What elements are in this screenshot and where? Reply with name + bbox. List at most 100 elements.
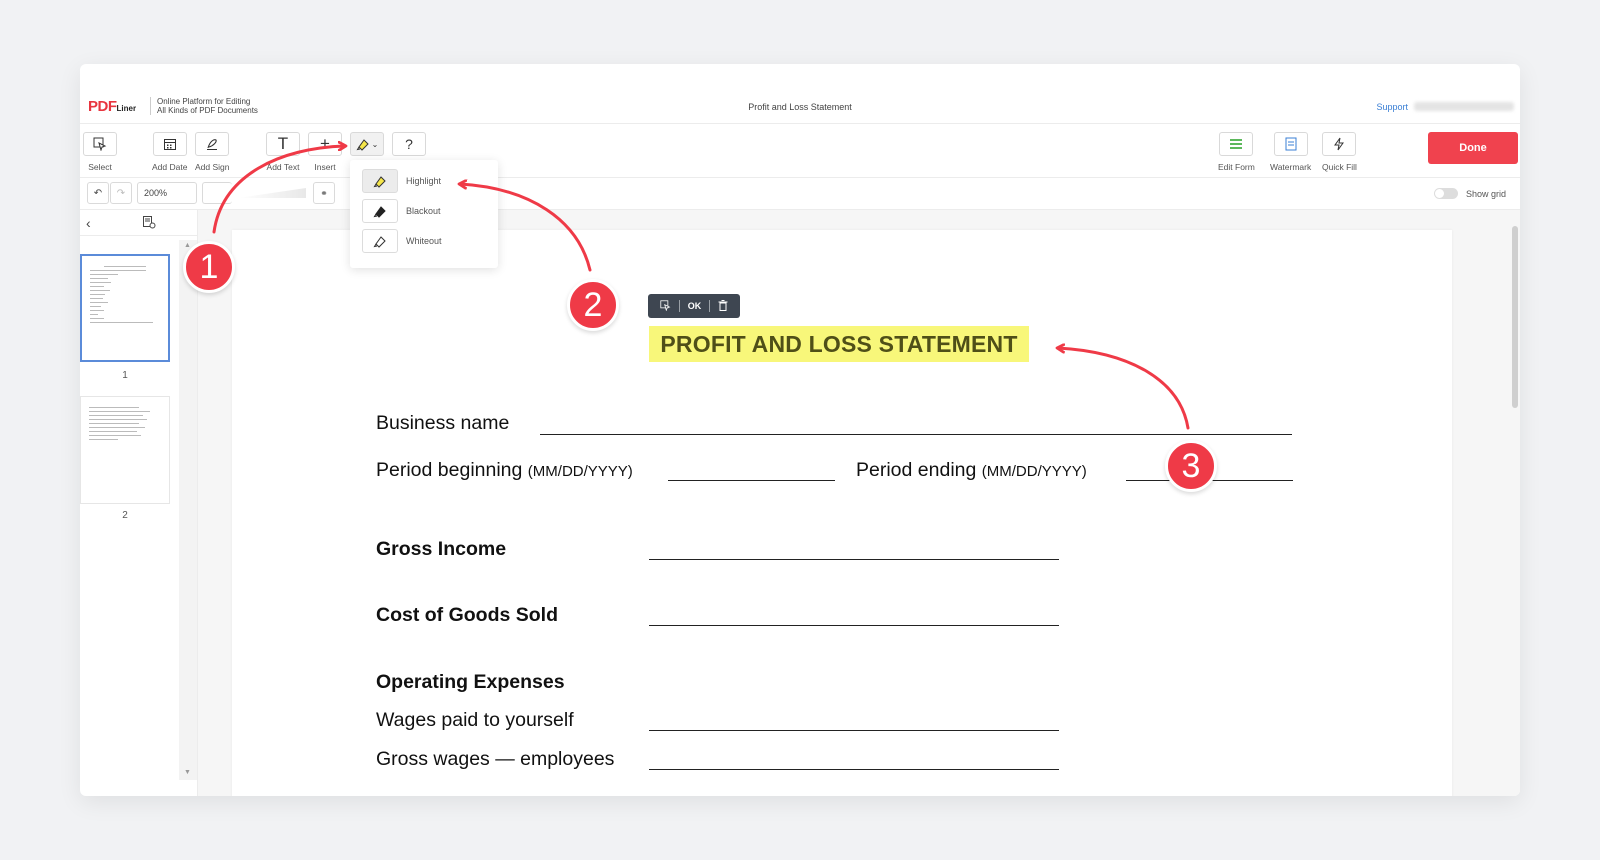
- period-beginning-line[interactable]: [668, 480, 835, 481]
- step-badge-1: 1: [183, 241, 235, 293]
- calendar-icon: [152, 132, 187, 156]
- wages-employees-line[interactable]: [649, 769, 1059, 770]
- plus-icon: +: [308, 132, 342, 156]
- add-text-tool[interactable]: T Add Text: [266, 132, 300, 172]
- add-date-label: Add Date: [152, 162, 188, 172]
- period-beginning-format: (MM/DD/YYYY): [527, 463, 633, 480]
- blackout-label: Blackout: [406, 206, 441, 216]
- page-number-1: 1: [122, 370, 128, 381]
- ok-button[interactable]: OK: [688, 301, 702, 311]
- step-badge-3: 3: [1165, 440, 1217, 492]
- link-icon: ⚭: [320, 187, 328, 198]
- redo-icon: ↷: [116, 187, 126, 199]
- quick-fill-label: Quick Fill: [1322, 162, 1357, 172]
- blackout-brush-icon: [362, 199, 398, 223]
- whiteout-brush-icon: [362, 229, 398, 253]
- watermark-icon: [1273, 132, 1308, 156]
- question-icon: ?: [392, 132, 426, 156]
- watermark-label: Watermark: [1270, 162, 1312, 172]
- highlighter-icon: ⌄: [350, 132, 384, 156]
- gross-income-line[interactable]: [649, 559, 1059, 560]
- highlight-dropdown-button[interactable]: ⌄: [350, 132, 384, 156]
- period-ending-format: (MM/DD/YYYY): [981, 463, 1087, 480]
- highlight-dropdown-menu: Highlight Blackout Whiteout: [350, 160, 498, 268]
- insert-label: Insert: [314, 162, 336, 172]
- wages-self-line[interactable]: [649, 730, 1059, 731]
- scroll-down-icon[interactable]: ▼: [184, 769, 191, 776]
- text-icon: T: [266, 132, 300, 156]
- document-title: Profit and Loss Statement: [748, 102, 852, 112]
- scrollbar-thumb[interactable]: [1512, 226, 1518, 408]
- menu-item-highlight[interactable]: Highlight: [362, 168, 492, 194]
- insert-tool[interactable]: + Insert: [308, 132, 342, 172]
- select-label: Select: [88, 162, 112, 172]
- move-icon[interactable]: [660, 299, 671, 313]
- main-toolbar: Select Add Date Add Sign T Add Text + In…: [80, 124, 1520, 178]
- cogs-label: Cost of Goods Sold: [376, 604, 558, 626]
- wages-self-label: Wages paid to yourself: [376, 709, 574, 731]
- watermark-tool[interactable]: Watermark: [1270, 132, 1311, 172]
- redo-button[interactable]: ↷: [110, 182, 132, 204]
- pdf-page: OK PROFIT AND LOSS STATEMENT Business na…: [232, 230, 1452, 796]
- add-text-label: Add Text: [266, 162, 300, 172]
- quick-fill-tool[interactable]: Quick Fill: [1322, 132, 1357, 172]
- user-email-blurred[interactable]: [1414, 102, 1514, 111]
- form-icon: [1219, 132, 1254, 156]
- undo-icon: ↶: [93, 187, 103, 199]
- highlighted-title[interactable]: PROFIT AND LOSS STATEMENT: [649, 326, 1029, 362]
- trash-icon[interactable]: [718, 299, 728, 313]
- add-date-tool[interactable]: Add Date: [152, 132, 187, 172]
- cogs-line[interactable]: [649, 625, 1059, 626]
- edit-form-label: Edit Form: [1218, 162, 1255, 172]
- zoom-input[interactable]: 200%: [137, 182, 197, 204]
- chevron-down-icon: ⌄: [371, 139, 379, 149]
- business-name-label: Business name: [376, 412, 510, 434]
- highlighter-icon: [362, 169, 398, 193]
- business-name-line[interactable]: [540, 434, 1292, 435]
- whiteout-label: Whiteout: [406, 236, 442, 246]
- page-thumbnail-2[interactable]: [80, 396, 170, 504]
- chevron-left-icon[interactable]: ‹: [86, 215, 91, 231]
- period-beginning-text: Period beginning: [376, 459, 523, 481]
- page-thumbnails-sidebar: ‹ 1 2 ▲ ▼: [80, 210, 198, 796]
- gross-income-label: Gross Income: [376, 538, 507, 560]
- menu-item-blackout[interactable]: Blackout: [362, 198, 492, 224]
- undo-button[interactable]: ↶: [87, 182, 109, 204]
- edit-form-tool[interactable]: Edit Form: [1218, 132, 1255, 172]
- show-grid-toggle[interactable]: [1433, 188, 1458, 199]
- sidebar-header: ‹: [80, 210, 197, 236]
- page-thumbnail-1[interactable]: [80, 254, 170, 362]
- editor-window: PDFLiner Online Platform for Editing All…: [80, 64, 1520, 796]
- wages-employees-label: Gross wages — employees: [376, 748, 615, 770]
- period-ending-text: Period ending: [856, 459, 977, 481]
- done-button[interactable]: Done: [1428, 132, 1518, 164]
- add-sign-tool[interactable]: Add Sign: [195, 132, 230, 172]
- period-ending-label: Period ending (MM/DD/YYYY): [856, 459, 1087, 482]
- page-settings-icon[interactable]: [142, 215, 156, 232]
- selection-toolbar: OK: [648, 294, 740, 318]
- select-tool[interactable]: Select: [83, 132, 117, 172]
- separator: [709, 300, 711, 312]
- document-scrollbar[interactable]: [1510, 210, 1520, 796]
- operating-expenses-label: Operating Expenses: [376, 671, 565, 693]
- help-button[interactable]: ?: [392, 132, 426, 156]
- zoom-slider-track[interactable]: [238, 188, 306, 198]
- step-badge-2: 2: [567, 279, 619, 331]
- link-button[interactable]: ⚭: [313, 182, 335, 204]
- add-sign-label: Add Sign: [195, 162, 230, 172]
- show-grid-label: Show grid: [1465, 188, 1506, 199]
- period-beginning-label: Period beginning (MM/DD/YYYY): [376, 459, 633, 482]
- separator: [678, 300, 680, 312]
- show-grid-control[interactable]: Show grid: [1433, 188, 1506, 199]
- document-canvas: OK PROFIT AND LOSS STATEMENT Business na…: [198, 210, 1520, 796]
- app-header: PDFLiner Online Platform for Editing All…: [80, 64, 1520, 124]
- pen-icon: [195, 132, 230, 156]
- zoom-slider[interactable]: [202, 182, 232, 204]
- menu-item-whiteout[interactable]: Whiteout: [362, 228, 492, 254]
- thumbnail-scrollbar[interactable]: ▲ ▼: [179, 240, 197, 780]
- support-link[interactable]: Support: [1376, 102, 1408, 112]
- cursor-icon: [83, 132, 117, 156]
- page-number-2: 2: [122, 510, 128, 521]
- lightning-icon: [1322, 132, 1357, 156]
- secondary-toolbar: ↶ ↷ 200% ⚭ Show grid: [80, 178, 1520, 210]
